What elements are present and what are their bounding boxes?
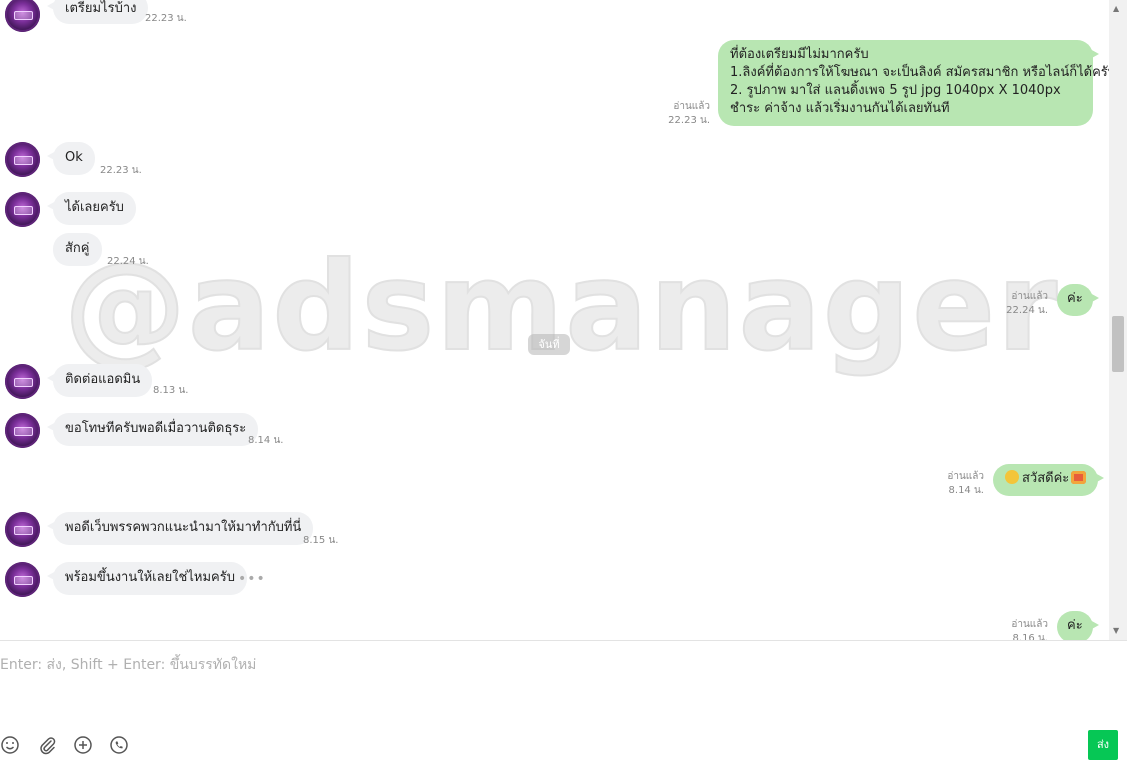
- message-time: 22.24 น.: [107, 256, 149, 267]
- incoming-message: พร้อมขึ้นงานให้เลยใช่ไหมครับ: [47, 562, 247, 595]
- person-emoji-icon: [1005, 470, 1019, 484]
- message-input[interactable]: [0, 649, 1102, 681]
- message-time: 8.15 น.: [303, 535, 339, 546]
- message-line: ที่ต้องเตรียมมีไม่มากครับ: [730, 47, 869, 62]
- call-icon[interactable]: [109, 735, 129, 755]
- incoming-message: Ok: [47, 142, 95, 175]
- outgoing-message: ค่ะ: [1057, 611, 1099, 640]
- scrollbar-thumb[interactable]: [1112, 316, 1124, 372]
- message-time: 22.23 น.: [145, 13, 187, 24]
- avatar[interactable]: [5, 364, 40, 399]
- chat-history: @adsmanager เตรียมไรบ้าง 22.23 น. ที่ต้อ…: [0, 0, 1109, 640]
- avatar[interactable]: [5, 413, 40, 448]
- emoji-icon[interactable]: [0, 735, 20, 755]
- message-time: 22.23 น.: [668, 115, 710, 126]
- message-composer: ส่ง: [0, 640, 1127, 764]
- message-time: 8.14 น.: [948, 485, 984, 496]
- send-button[interactable]: ส่ง: [1088, 730, 1118, 760]
- add-icon[interactable]: [73, 735, 93, 755]
- incoming-message: พอดีเว็บพรรคพวกแนะนำมาให้มาทำกับที่นี่: [46, 512, 314, 545]
- read-status: อ่านแล้ว: [1011, 291, 1048, 302]
- message-menu-icon[interactable]: •••: [238, 571, 266, 587]
- read-status: อ่านแล้ว: [947, 471, 984, 482]
- avatar[interactable]: [5, 562, 40, 597]
- avatar[interactable]: [5, 192, 40, 227]
- message-text: สวัสดีค่ะ: [1022, 471, 1070, 486]
- message-line: ชำระ ค่าจ้าง แล้วเริ่มงานกันได้เลยทันที: [730, 101, 950, 116]
- read-status: อ่านแล้ว: [1011, 619, 1048, 630]
- attachment-icon[interactable]: [37, 735, 57, 755]
- message-time: 8.14 น.: [248, 435, 284, 446]
- read-marker: จันที่: [528, 334, 570, 355]
- avatar[interactable]: [5, 0, 40, 32]
- message-time: 22.23 น.: [100, 165, 142, 176]
- avatar[interactable]: [5, 512, 40, 547]
- gift-emoji-icon: [1071, 471, 1087, 484]
- avatar[interactable]: [5, 142, 40, 177]
- scroll-down-arrow-icon[interactable]: ▼: [1113, 626, 1119, 635]
- message-time: 8.13 น.: [153, 385, 189, 396]
- incoming-message: ได้เลยครับ: [47, 192, 136, 225]
- watermark: @adsmanager: [63, 235, 1060, 379]
- incoming-message: ติดต่อแอดมิน: [46, 364, 153, 397]
- outgoing-message: ที่ต้องเตรียมมีไม่มากครับ 1.ลิงค์ที่ต้อง…: [718, 40, 1109, 126]
- incoming-message: เตรียมไรบ้าง: [46, 0, 149, 24]
- read-status: อ่านแล้ว: [673, 101, 710, 112]
- message-line: 1.ลิงค์ที่ต้องการให้โฆษณา จะเป็นลิงค์ สม…: [730, 65, 1109, 80]
- incoming-message: ขอโทษทีครับพอดีเมื่อวานติดธุระ: [46, 413, 259, 446]
- message-line: 2. รูปภาพ มาใส่ แลนดิ้งเพจ 5 รูป jpg 104…: [730, 83, 1061, 98]
- outgoing-message: สวัสดีค่ะ: [993, 464, 1105, 496]
- scrollbar[interactable]: ▲ ▼: [1109, 0, 1127, 640]
- message-time: 22.24 น.: [1006, 305, 1048, 316]
- incoming-message: สักคู่: [53, 233, 102, 266]
- scroll-up-arrow-icon[interactable]: ▲: [1113, 4, 1119, 13]
- message-time: 8.16 น.: [1012, 633, 1048, 640]
- outgoing-message: ค่ะ: [1057, 284, 1099, 316]
